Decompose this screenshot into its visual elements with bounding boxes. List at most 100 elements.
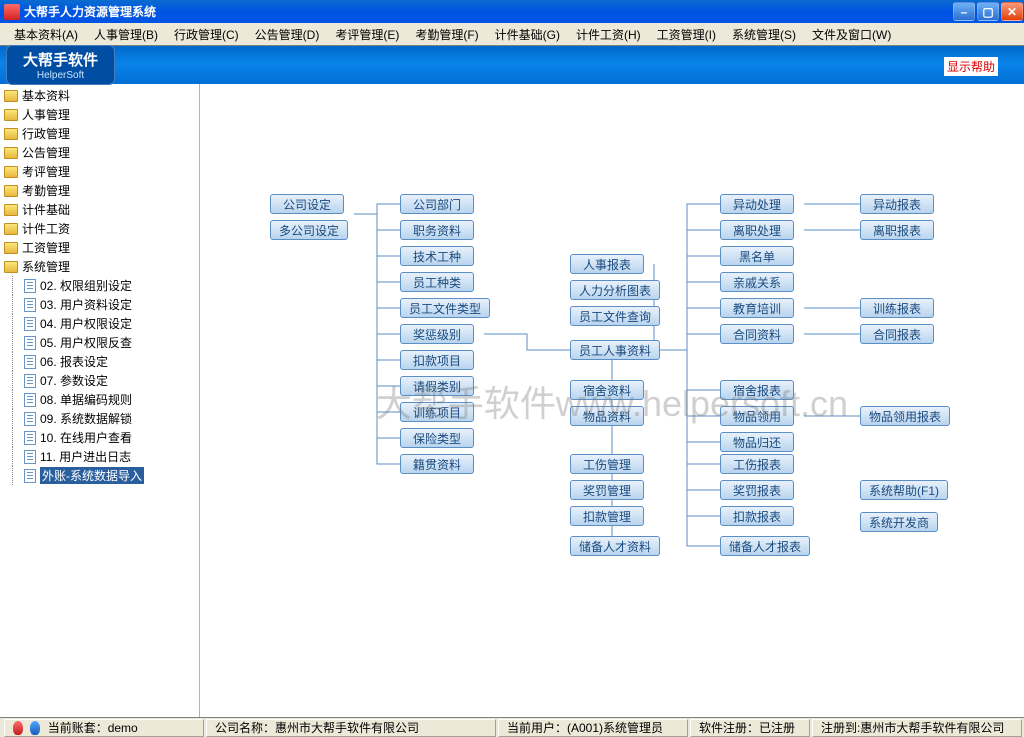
tree-item[interactable]: 11. 用户进出日志 <box>4 447 195 466</box>
diagram-node[interactable]: 训练报表 <box>860 298 934 318</box>
diagram-node[interactable]: 扣款管理 <box>570 506 644 526</box>
tree-item[interactable]: 外账-系统数据导入 <box>4 466 195 485</box>
menu-item[interactable]: 文件及窗口(W) <box>806 24 897 45</box>
diagram-node[interactable]: 人力分析图表 <box>570 280 660 300</box>
diagram-node[interactable]: 训练项目 <box>400 402 474 422</box>
diagram-node[interactable]: 扣款报表 <box>720 506 794 526</box>
tree-folder[interactable]: 工资管理 <box>4 238 195 257</box>
diagram-node[interactable]: 宿舍资料 <box>570 380 644 400</box>
diagram-node[interactable]: 离职处理 <box>720 220 794 240</box>
menu-item[interactable]: 考评管理(E) <box>329 24 405 45</box>
tree-item[interactable]: 10. 在线用户查看 <box>4 428 195 447</box>
diagram-node[interactable]: 请假类别 <box>400 376 474 396</box>
diagram-node[interactable]: 离职报表 <box>860 220 934 240</box>
diagram-node[interactable]: 员工人事资料 <box>570 340 660 360</box>
diagram-node[interactable]: 黑名单 <box>720 246 794 266</box>
person-icon <box>13 721 23 735</box>
tree-folder[interactable]: 考评管理 <box>4 162 195 181</box>
menu-item[interactable]: 公告管理(D) <box>249 24 326 45</box>
tree-folder[interactable]: 计件工资 <box>4 219 195 238</box>
diagram-node[interactable]: 员工文件查询 <box>570 306 660 326</box>
show-help-link[interactable]: 显示帮助 <box>944 57 998 76</box>
diagram-node[interactable]: 合同资料 <box>720 324 794 344</box>
diagram-node[interactable]: 系统开发商 <box>860 512 938 532</box>
tree-item[interactable]: 09. 系统数据解锁 <box>4 409 195 428</box>
diagram-node[interactable]: 物品归还 <box>720 432 794 452</box>
diagram-node[interactable]: 合同报表 <box>860 324 934 344</box>
diagram-node[interactable]: 工伤管理 <box>570 454 644 474</box>
maximize-button[interactable]: ▢ <box>977 2 999 21</box>
menubar: 基本资料(A) 人事管理(B) 行政管理(C) 公告管理(D) 考评管理(E) … <box>0 23 1024 46</box>
diagram-node[interactable]: 储备人才报表 <box>720 536 810 556</box>
status-registered-to: 注册到:惠州市大帮手软件有限公司 <box>812 719 1022 737</box>
statusbar: 当前账套：demo 公司名称：惠州市大帮手软件有限公司 当前用户：(A001)系… <box>0 717 1024 737</box>
diagram-node[interactable]: 多公司设定 <box>270 220 348 240</box>
document-icon <box>24 317 36 331</box>
close-button[interactable]: ✕ <box>1001 2 1023 21</box>
folder-icon <box>4 261 18 273</box>
diagram-node[interactable]: 技术工种 <box>400 246 474 266</box>
folder-icon <box>4 166 18 178</box>
diagram-node[interactable]: 员工文件类型 <box>400 298 490 318</box>
logo-text-en: HelperSoft <box>23 70 98 81</box>
diagram-node[interactable]: 物品资料 <box>570 406 644 426</box>
diagram-node[interactable]: 公司部门 <box>400 194 474 214</box>
diagram-canvas: 公司设定多公司设定 公司部门职务资料技术工种员工种类员工文件类型奖惩级别扣款项目请… <box>200 84 1024 717</box>
menu-item[interactable]: 行政管理(C) <box>168 24 245 45</box>
diagram-node[interactable]: 籍贯资料 <box>400 454 474 474</box>
diagram-node[interactable]: 公司设定 <box>270 194 344 214</box>
document-icon <box>24 450 36 464</box>
document-icon <box>24 298 36 312</box>
diagram-node[interactable]: 系统帮助(F1) <box>860 480 948 500</box>
diagram-node[interactable]: 奖惩级别 <box>400 324 474 344</box>
diagram-node[interactable]: 物品领用 <box>720 406 794 426</box>
tree-item[interactable]: 06. 报表设定 <box>4 352 195 371</box>
menu-item[interactable]: 考勤管理(F) <box>409 24 484 45</box>
diagram-node[interactable]: 异动报表 <box>860 194 934 214</box>
folder-icon <box>4 204 18 216</box>
menu-item[interactable]: 工资管理(I) <box>651 24 722 45</box>
diagram-node[interactable]: 储备人才资料 <box>570 536 660 556</box>
app-icon <box>4 4 20 20</box>
diagram-node[interactable]: 奖罚报表 <box>720 480 794 500</box>
diagram-node[interactable]: 员工种类 <box>400 272 474 292</box>
menu-item[interactable]: 计件基础(G) <box>489 24 566 45</box>
tree-item[interactable]: 03. 用户资料设定 <box>4 295 195 314</box>
tree-item[interactable]: 04. 用户权限设定 <box>4 314 195 333</box>
person-icon <box>30 721 40 735</box>
document-icon <box>24 393 36 407</box>
menu-item[interactable]: 基本资料(A) <box>8 24 84 45</box>
document-icon <box>24 469 36 483</box>
diagram-node[interactable]: 保险类型 <box>400 428 474 448</box>
tree-folder[interactable]: 系统管理 <box>4 257 195 276</box>
tree-item[interactable]: 08. 单据编码规则 <box>4 390 195 409</box>
menu-item[interactable]: 计件工资(H) <box>570 24 647 45</box>
diagram-node[interactable]: 物品领用报表 <box>860 406 950 426</box>
folder-icon <box>4 223 18 235</box>
folder-icon <box>4 242 18 254</box>
logo-bar: 大帮手软件 HelperSoft 显示帮助 <box>0 46 1024 84</box>
diagram-node[interactable]: 亲戚关系 <box>720 272 794 292</box>
minimize-button[interactable]: – <box>953 2 975 21</box>
tree-folder[interactable]: 行政管理 <box>4 124 195 143</box>
tree-folder[interactable]: 基本资料 <box>4 86 195 105</box>
menu-item[interactable]: 系统管理(S) <box>726 24 802 45</box>
tree-item[interactable]: 02. 权限组别设定 <box>4 276 195 295</box>
tree-item[interactable]: 07. 参数设定 <box>4 371 195 390</box>
tree-folder[interactable]: 公告管理 <box>4 143 195 162</box>
tree-item[interactable]: 05. 用户权限反查 <box>4 333 195 352</box>
diagram-node[interactable]: 教育培训 <box>720 298 794 318</box>
diagram-node[interactable]: 奖罚管理 <box>570 480 644 500</box>
diagram-node[interactable]: 宿舍报表 <box>720 380 794 400</box>
diagram-node[interactable]: 职务资料 <box>400 220 474 240</box>
status-user: 当前用户：(A001)系统管理员 <box>498 719 688 737</box>
diagram-node[interactable]: 人事报表 <box>570 254 644 274</box>
diagram-node[interactable]: 工伤报表 <box>720 454 794 474</box>
tree-folder[interactable]: 人事管理 <box>4 105 195 124</box>
menu-item[interactable]: 人事管理(B) <box>88 24 164 45</box>
tree-folder[interactable]: 计件基础 <box>4 200 195 219</box>
tree-folder[interactable]: 考勤管理 <box>4 181 195 200</box>
diagram-node[interactable]: 异动处理 <box>720 194 794 214</box>
diagram-node[interactable]: 扣款项目 <box>400 350 474 370</box>
folder-icon <box>4 185 18 197</box>
